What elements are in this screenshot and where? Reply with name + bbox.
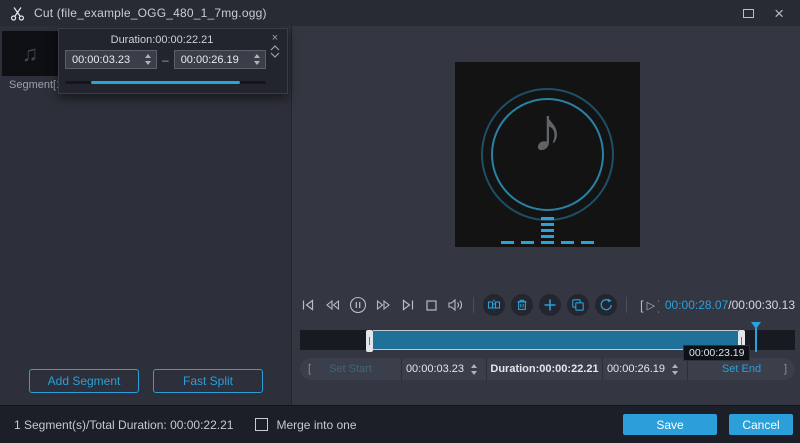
merge-into-one-option[interactable]: Merge into one bbox=[255, 418, 356, 432]
stop-button[interactable] bbox=[425, 299, 438, 312]
save-button[interactable]: Save bbox=[623, 414, 717, 435]
popup-close-button[interactable]: × bbox=[272, 32, 278, 44]
spin-up-button[interactable] bbox=[254, 54, 260, 58]
reset-button[interactable] bbox=[595, 294, 617, 316]
maximize-button[interactable] bbox=[743, 9, 754, 18]
set-end-button[interactable]: Set End ] bbox=[688, 358, 795, 380]
preview-panel: ♪ bbox=[292, 26, 800, 405]
total-time: 00:00:30.13 bbox=[732, 298, 795, 312]
merge-label: Merge into one bbox=[276, 418, 356, 432]
segment-list-panel: ♫ Segment[1] Duration:00:00:22.21 × 00:0… bbox=[0, 26, 292, 405]
spin-down-button[interactable] bbox=[145, 61, 151, 65]
fast-forward-icon bbox=[376, 298, 392, 312]
cancel-button[interactable]: Cancel bbox=[729, 414, 793, 435]
title-bar: Cut (file_example_OGG_480_1_7mg.ogg) × bbox=[0, 0, 800, 26]
delete-segment-button[interactable] bbox=[511, 294, 533, 316]
status-text: 1 Segment(s)/Total Duration: 00:00:22.21 bbox=[14, 418, 233, 432]
spin-down-button[interactable] bbox=[672, 371, 678, 375]
set-start-button[interactable]: [ Set Start bbox=[300, 358, 401, 380]
chevron-up-icon[interactable] bbox=[270, 45, 280, 51]
trim-duration-label: Duration:00:00:22.21 bbox=[487, 358, 602, 380]
selection-start-handle[interactable] bbox=[366, 330, 373, 352]
rewind-button[interactable] bbox=[324, 298, 340, 312]
trash-icon bbox=[515, 298, 529, 312]
split-icon bbox=[487, 298, 501, 312]
footer-bar: 1 Segment(s)/Total Duration: 00:00:22.21… bbox=[0, 405, 800, 443]
equalizer-icon bbox=[455, 210, 640, 244]
volume-icon bbox=[447, 298, 464, 312]
chevron-down-icon[interactable] bbox=[270, 52, 280, 58]
skip-start-button[interactable] bbox=[300, 298, 315, 312]
audio-artwork: ♪ bbox=[455, 62, 640, 247]
trim-start-time-input[interactable]: 00:00:03.23 bbox=[402, 358, 486, 380]
merge-checkbox[interactable] bbox=[255, 418, 268, 431]
segment-label: Segment[1] bbox=[9, 79, 65, 91]
playback-controls: [▷] [□] 00:00:28.07/00:00:30.13 bbox=[300, 293, 795, 317]
music-note-icon: ♫ bbox=[22, 41, 39, 67]
copy-icon bbox=[571, 298, 585, 312]
spin-up-button[interactable] bbox=[471, 364, 477, 368]
copy-segment-button[interactable] bbox=[567, 294, 589, 316]
spin-up-button[interactable] bbox=[145, 54, 151, 58]
window-title: Cut (file_example_OGG_480_1_7mg.ogg) bbox=[34, 6, 267, 20]
popup-duration-label: Duration:00:00:22.21 bbox=[59, 34, 265, 46]
cut-dialog-window: { "window": { "title": "Cut (file_exampl… bbox=[0, 0, 800, 443]
popup-end-time-value: 00:00:26.19 bbox=[175, 54, 249, 66]
segment-range-slider[interactable] bbox=[65, 81, 266, 84]
trim-bar: [ Set Start 00:00:03.23 Duration:00:00:2… bbox=[300, 358, 795, 380]
popup-start-time-value: 00:00:03.23 bbox=[66, 54, 140, 66]
trim-end-time-input[interactable]: 00:00:26.19 bbox=[603, 358, 687, 380]
time-display: 00:00:28.07/00:00:30.13 bbox=[659, 293, 795, 317]
segment-thumbnail[interactable]: ♫ bbox=[2, 31, 58, 76]
spin-down-button[interactable] bbox=[254, 61, 260, 65]
rewind-icon bbox=[324, 298, 340, 312]
range-separator: – bbox=[162, 53, 169, 67]
play-icon: ▷ bbox=[647, 299, 655, 312]
stop-icon bbox=[425, 299, 438, 312]
divider bbox=[473, 297, 474, 313]
music-note-icon: ♪ bbox=[455, 100, 640, 162]
segment-range-fill bbox=[91, 81, 240, 84]
pause-icon bbox=[349, 296, 367, 314]
divider bbox=[626, 297, 627, 313]
playhead[interactable] bbox=[751, 322, 761, 352]
skip-end-icon bbox=[401, 298, 416, 312]
skip-end-button[interactable] bbox=[401, 298, 416, 312]
trim-end-time-value: 00:00:26.19 bbox=[607, 363, 665, 375]
popup-start-time-input[interactable]: 00:00:03.23 bbox=[65, 50, 157, 69]
split-segment-button[interactable] bbox=[483, 294, 505, 316]
add-segment-button[interactable]: Add Segment bbox=[29, 369, 139, 393]
close-button[interactable]: × bbox=[774, 5, 784, 22]
pause-button[interactable] bbox=[349, 296, 367, 314]
scissors-icon bbox=[10, 6, 25, 21]
timeline-tooltip: 00:00:23.19 bbox=[683, 345, 750, 361]
fast-forward-button[interactable] bbox=[376, 298, 392, 312]
current-time: 00:00:28.07 bbox=[665, 298, 728, 312]
segment-duration-popup: Duration:00:00:22.21 × 00:00:03.23 – 00:… bbox=[58, 28, 288, 94]
popup-end-time-input[interactable]: 00:00:26.19 bbox=[174, 50, 266, 69]
spin-down-button[interactable] bbox=[471, 371, 477, 375]
add-segment-icon-button[interactable] bbox=[539, 294, 561, 316]
volume-button[interactable] bbox=[447, 298, 464, 312]
plus-icon bbox=[543, 298, 557, 312]
undo-icon bbox=[599, 298, 613, 312]
skip-start-icon bbox=[300, 298, 315, 312]
spin-up-button[interactable] bbox=[672, 364, 678, 368]
fast-split-button[interactable]: Fast Split bbox=[153, 369, 263, 393]
trim-start-time-value: 00:00:03.23 bbox=[406, 363, 464, 375]
playhead-line bbox=[755, 328, 757, 352]
